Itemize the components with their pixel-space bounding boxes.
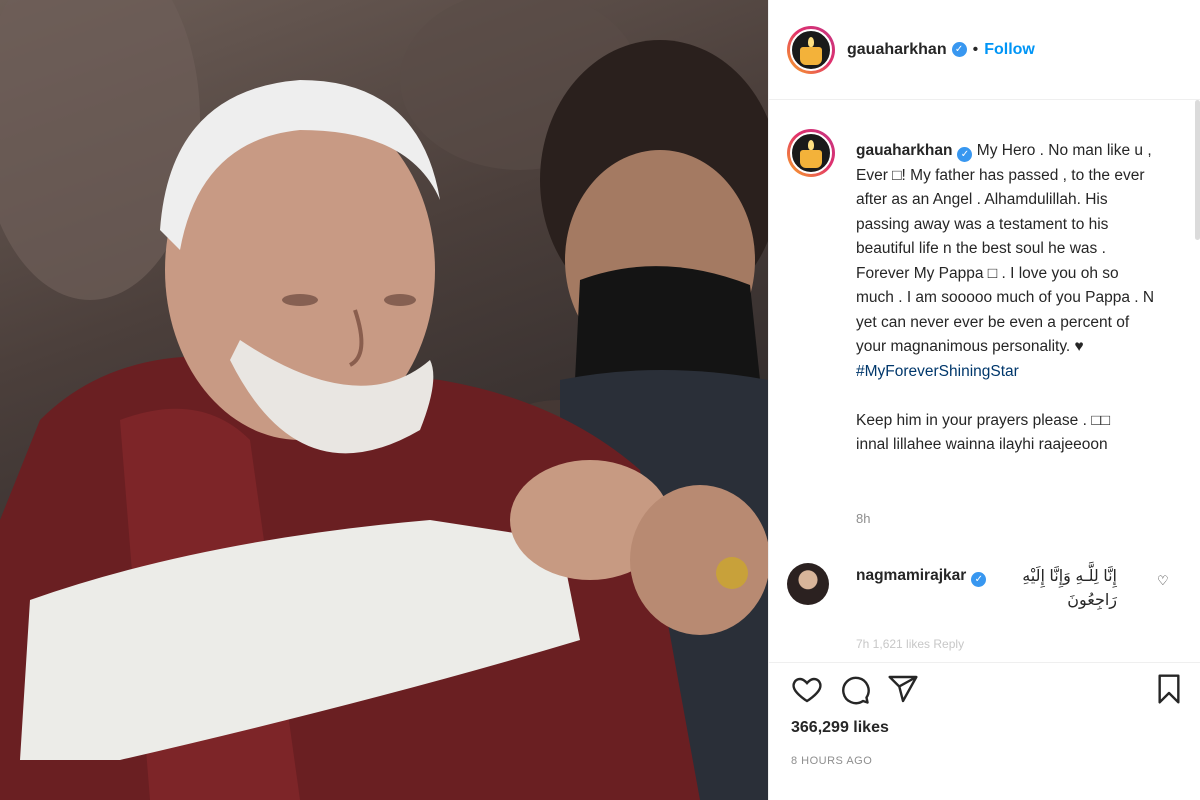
likes-count[interactable]: 366,299 likes: [791, 719, 889, 737]
caption-text: gauaharkhan ✓ My Hero . No man like u , E…: [856, 139, 1156, 458]
comments-area[interactable]: gauaharkhan ✓ My Hero . No man like u , E…: [769, 101, 1200, 661]
follow-button[interactable]: Follow: [984, 41, 1035, 59]
caption-username[interactable]: gauaharkhan: [856, 142, 952, 159]
post-header: gauaharkhan ✓ • Follow: [769, 0, 1200, 100]
caption-author-avatar[interactable]: [787, 129, 835, 177]
caption-prayer: Keep him in your prayers please . □□: [856, 411, 1110, 429]
author-username[interactable]: gauaharkhan: [847, 41, 947, 59]
post-actions: 366,299 likes 8 HOURS AGO: [769, 662, 1200, 800]
post-time[interactable]: 8 HOURS AGO: [791, 755, 872, 767]
hashtag-link[interactable]: #MyForeverShiningStar: [856, 363, 1019, 380]
comment-text: إِنَّا لِلَّـهِ وَإِنَّا إِلَيْهِ رَاجِع…: [1022, 568, 1117, 609]
post-photo[interactable]: [0, 0, 768, 800]
author-avatar[interactable]: [787, 25, 835, 74]
post-panel: gauaharkhan ✓ • Follow gauaharkhan ✓ My H…: [768, 0, 1200, 800]
comment-icon[interactable]: [839, 673, 871, 705]
verified-badge-icon: ✓: [957, 147, 973, 162]
heart-icon[interactable]: [791, 673, 823, 705]
comments-scrollbar[interactable]: [1195, 100, 1200, 240]
photo-illustration: [0, 0, 768, 800]
comment-meta[interactable]: 7h 1,621 likes Reply: [856, 637, 964, 651]
caption-body: My Hero . No man like u , Ever □! My fat…: [856, 142, 1155, 355]
header-separator: •: [972, 40, 979, 58]
share-icon[interactable]: [887, 673, 919, 705]
caption-timestamp[interactable]: 8h: [856, 511, 870, 526]
verified-badge-icon: ✓: [951, 42, 967, 57]
verified-badge-icon: ✓: [971, 572, 987, 587]
commenter-username[interactable]: nagmamirajkar ✓: [856, 567, 987, 587]
caption-dua: innal lillahee wainna ilayhi raajeeoon: [856, 436, 1108, 453]
heart-outline-icon[interactable]: ♡: [1157, 573, 1169, 589]
commenter-avatar[interactable]: [787, 563, 829, 605]
bookmark-icon[interactable]: [1153, 673, 1185, 705]
comment-item: nagmamirajkar ✓ إِنَّا لِلَّـهِ وَإِنَّا …: [787, 563, 1187, 653]
